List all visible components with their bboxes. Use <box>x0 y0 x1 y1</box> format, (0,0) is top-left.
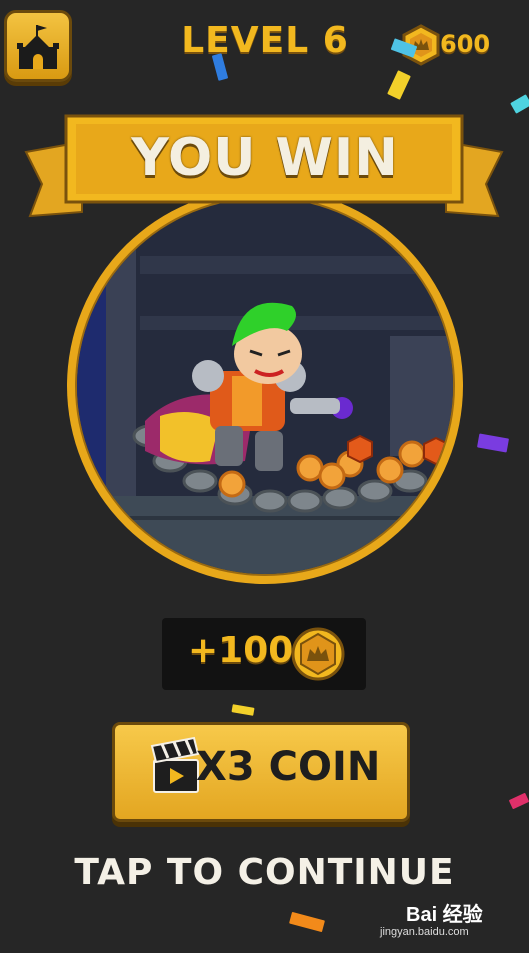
watermark-url: jingyan.baidu.com <box>380 926 469 938</box>
tap-to-continue[interactable]: TAP TO CONTINUE <box>0 852 529 893</box>
castle-icon <box>17 25 59 69</box>
level-scene <box>67 188 463 584</box>
confetti <box>477 433 509 453</box>
confetti <box>510 94 529 114</box>
confetti <box>508 792 529 810</box>
level-title: LEVEL 6 <box>181 20 349 61</box>
confetti <box>231 704 255 716</box>
baidu-watermark: Bai 经验 jingyan.baidu.com <box>380 896 525 948</box>
crown-coin-icon <box>291 627 345 681</box>
win-title: YOU WIN <box>131 128 399 188</box>
confetti <box>387 70 411 100</box>
reward-amount: +100 <box>188 630 294 671</box>
confetti <box>289 911 325 933</box>
coin-count: 600 <box>440 30 491 58</box>
home-button[interactable] <box>4 10 72 82</box>
watermark-logo: Bai 经验 <box>406 904 483 926</box>
triple-coins-label: X3 COIN <box>196 744 381 790</box>
